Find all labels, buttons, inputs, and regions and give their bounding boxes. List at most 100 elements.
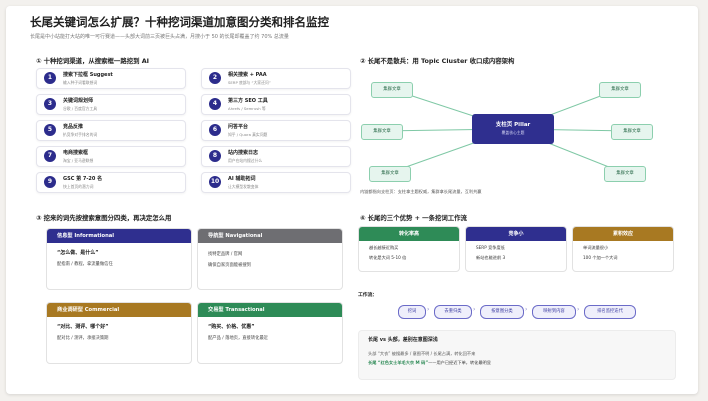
channel-subtitle: 谷歌 / 百度官方工具 (63, 106, 98, 111)
channel-number-badge: 5 (44, 124, 56, 136)
channel-number-badge: 8 (209, 150, 221, 162)
intent-box-commercial: 商业调研型 Commercial “对比、测评、哪个好” 配对比 / 测评，承接… (46, 302, 192, 364)
intent-query: “对比、测评、哪个好” (57, 324, 109, 330)
longtail-result: ——用户已经近下单，转化最明显 (428, 360, 491, 365)
intent-name: 交易型 Transactional (198, 303, 342, 317)
channel-subtitle: 用户在站内搜过什么 (228, 158, 263, 163)
intent-box-navigational: 导航型 Navigational 找特定品牌 / 官网 确保自家页面能被搜到 (197, 228, 343, 290)
arrow-right-icon: › (577, 306, 580, 313)
channel-title: 搜索下拉框 Suggest (63, 72, 113, 78)
section1-heading: ① 十种挖词渠道，从搜索框一路挖到 AI (36, 57, 150, 65)
workflow-step: 去重归类 (434, 305, 472, 319)
cluster-article-node: 集群文章 (604, 166, 646, 182)
advantage-line: 新站也能进前 3 (476, 255, 506, 260)
channel-card: 3 关键词规划师 谷歌 / 百度官方工具 (36, 94, 186, 115)
section3-heading: ③ 挖来的词先按搜索意图分四类，再决定怎么用 (36, 214, 172, 222)
workflow-step: 挖词 (398, 305, 426, 319)
channel-subtitle: 淘宝 / 亚马逊联想 (63, 158, 94, 163)
advantage-title: 累积效应 (573, 227, 673, 241)
intent-name: 导航型 Navigational (198, 229, 342, 243)
channel-title: 问答平台 (228, 124, 249, 130)
channel-card: 5 竞品反推扒竞争对手排名的词 (36, 120, 186, 141)
comparison-heading: 长尾 vs 头部，差别在意图深浅 (368, 337, 438, 343)
intent-desc: 配指南 / 教程，拿流量做信任 (57, 262, 113, 267)
channel-subtitle: 输入种子词看联想词 (63, 80, 98, 85)
intent-desc: 配对比 / 测评，承接决策期 (57, 336, 109, 341)
channel-subtitle: SERP 底部与 “大家还问” (228, 80, 271, 85)
topic-cluster-map: 集群文章 集群文章 集群文章 集群文章 集群文章 集群文章 支柱页 Pillar… (356, 62, 674, 200)
page-subtitle: 长尾是中小站能打大站的唯一可行赛道——头部大词前三页被巨头占满，月搜小于 50 … (30, 34, 289, 40)
channel-title: GSC 第 7-20 名 (63, 176, 103, 182)
channel-card: 8 站内搜索日志 用户在站内搜过什么 (201, 146, 351, 167)
comparison-tail-row: 长尾 “红色女士羊毛大衣 M 码”——用户已经近下单，转化最明显 (359, 357, 675, 366)
channel-card: 1 搜索下拉框 Suggest 输入种子词看联想词 (36, 68, 186, 89)
intent-name: 信息型 Informational (47, 229, 191, 243)
intent-desc: 找特定品牌 / 官网 (208, 252, 243, 257)
advantage-line: 转化是大词 5-10 倍 (369, 255, 407, 260)
channel-number-badge: 6 (209, 124, 221, 136)
section4-heading: ④ 长尾的三个优势 + 一条挖词工作流 (360, 214, 467, 222)
channel-subtitle: Ahrefs / Semrush 等 (228, 106, 266, 111)
channel-number-badge: 3 (44, 98, 56, 110)
advantage-line: 单词流量很小 (583, 245, 609, 250)
channel-subtitle: 让大模型发散变体 (228, 184, 259, 189)
cluster-article-node: 集群文章 (371, 82, 413, 98)
channel-card: 2 相关搜索 + PAA SERP 底部与 “大家还问” (201, 68, 351, 89)
channel-subtitle: 知乎 / Quora 真实问题 (228, 132, 268, 137)
channel-card: 10 AI 辅助拓词 让大模型发散变体 (201, 172, 351, 193)
channel-title: AI 辅助拓词 (228, 176, 256, 182)
intent-desc: 配产品 / 落地页，直接转化最近 (208, 336, 269, 341)
pillar-subtitle: 覆盖核心主题 (501, 130, 525, 135)
intent-desc: 确保自家页面能被搜到 (208, 263, 251, 268)
workflow-step: 映射到内容 (532, 305, 576, 319)
intent-query: “怎么做、是什么” (57, 250, 99, 256)
advantage-title: 竞争小 (466, 227, 566, 241)
intent-query: “购买、价格、优惠” (208, 324, 255, 330)
advantage-line: 100 个加一个大词 (583, 255, 618, 260)
cluster-article-node: 集群文章 (361, 124, 403, 140)
pillar-title: 支柱页 Pillar (495, 122, 531, 128)
channel-title: 第三方 SEO 工具 (228, 98, 268, 104)
channel-number-badge: 9 (44, 176, 56, 188)
cluster-article-node: 集群文章 (611, 124, 653, 140)
intent-box-transactional: 交易型 Transactional “购买、价格、优惠” 配产品 / 落地页，直… (197, 302, 343, 364)
channel-card: 9 GSC 第 7-20 名快上首页的潜力词 (36, 172, 186, 193)
comparison-head-row: 头部 “大衣” 被搜最多 / 意图不明 / 长尾占满，转化回不来 (368, 351, 476, 356)
workflow-step: 排名监控迭代 (584, 305, 636, 319)
channel-number-badge: 4 (209, 98, 221, 110)
intent-name: 商业调研型 Commercial (47, 303, 191, 317)
page-title: 长尾关键词怎么扩展？十种挖词渠道加意图分类和排名监控 (30, 15, 329, 29)
arrow-right-icon: › (473, 306, 476, 313)
advantage-line: 越长越接近购买 (369, 245, 399, 250)
channel-card: 6 问答平台知乎 / Quora 真实问题 (201, 120, 351, 141)
channel-number-badge: 7 (44, 150, 56, 162)
advantage-line: SERP 竞争度低 (476, 245, 505, 250)
advantage-card-competition: 竞争小 SERP 竞争度低 新站也能进前 3 (465, 226, 567, 272)
arrow-right-icon: › (427, 306, 430, 313)
channel-number-badge: 1 (44, 72, 56, 84)
channel-subtitle: 扒竞争对手排名的词 (63, 132, 98, 137)
channel-title: 相关搜索 + PAA (228, 72, 267, 78)
channel-title: 站内搜索日志 (228, 150, 259, 156)
intent-box-informational: 信息型 Informational “怎么做、是什么” 配指南 / 教程，拿流量… (46, 228, 192, 290)
channel-number-badge: 10 (209, 176, 221, 188)
channel-title: 竞品反推 (63, 124, 84, 130)
channel-card: 4 第三方 SEO 工具 Ahrefs / Semrush 等 (201, 94, 351, 115)
workflow-label: 工作流： (358, 293, 378, 298)
longtail-vs-head-box: 长尾 vs 头部，差别在意图深浅 头部 “大衣” 被搜最多 / 意图不明 / 长… (358, 330, 676, 380)
advantage-card-accumulation: 累积效应 单词流量很小 100 个加一个大词 (572, 226, 674, 272)
cluster-article-node: 集群文章 (599, 82, 641, 98)
cluster-article-node: 集群文章 (369, 166, 411, 182)
channel-card: 7 电商搜索框淘宝 / 亚马逊联想 (36, 146, 186, 167)
channel-title: 关键词规划师 (63, 98, 94, 104)
cluster-note: 内链都指向支柱页：支柱拿主题权威，集群拿长尾流量，互利共赢 (360, 189, 482, 194)
workflow-step: 按意图分类 (480, 305, 524, 319)
channel-number-badge: 2 (209, 72, 221, 84)
arrow-right-icon: › (525, 306, 528, 313)
channel-subtitle: 快上首页的潜力词 (63, 184, 94, 189)
channel-title: 电商搜索框 (63, 150, 89, 156)
longtail-example: 长尾 “红色女士羊毛大衣 M 码” (368, 360, 429, 365)
advantage-title: 转化率高 (359, 227, 459, 241)
advantage-card-conversion: 转化率高 越长越接近购买 转化是大词 5-10 倍 (358, 226, 460, 272)
pillar-page-node: 支柱页 Pillar 覆盖核心主题 (472, 114, 554, 144)
